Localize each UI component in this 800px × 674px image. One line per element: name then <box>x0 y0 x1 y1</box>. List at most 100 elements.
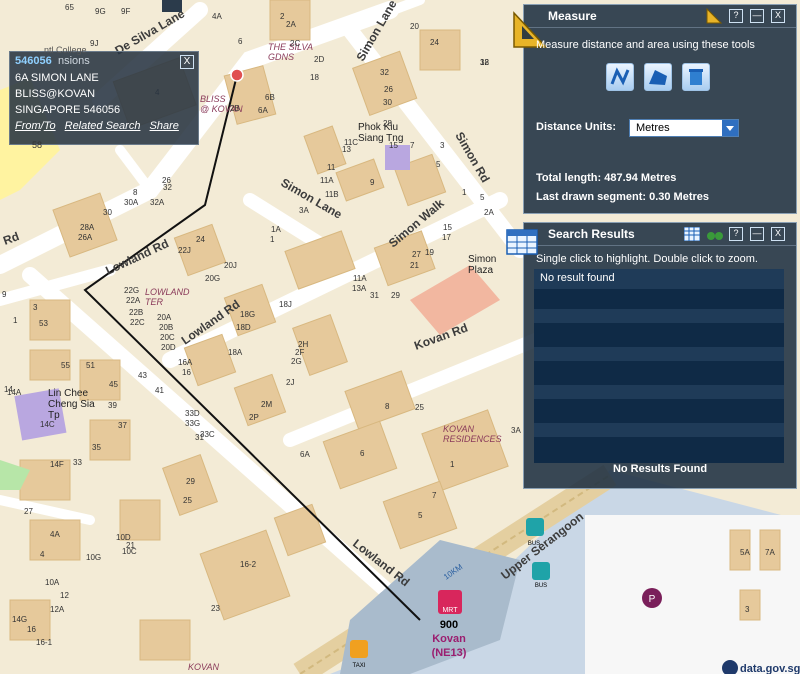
address-popup: 546056 nsions X 6A SIMON LANE BLISS@KOVA… <box>9 51 199 145</box>
building-number: 33D <box>185 409 200 418</box>
last-segment-text: Last drawn segment: 0.30 Metres <box>536 191 710 203</box>
building-number: 24 <box>196 235 205 244</box>
measure-help-button[interactable]: ? <box>729 9 743 23</box>
measure-line-button[interactable] <box>606 63 634 91</box>
building-number: 24 <box>430 38 439 47</box>
bus-stop-icon[interactable] <box>532 562 550 580</box>
taxi-icon[interactable] <box>350 640 368 658</box>
building-number: 26 <box>384 85 393 94</box>
result-row[interactable] <box>534 385 784 399</box>
building-number: 18A <box>228 348 243 357</box>
chevron-down-icon[interactable] <box>722 120 738 136</box>
binoculars-icon[interactable] <box>706 226 724 242</box>
building-number: 22A <box>126 296 141 305</box>
building-number: 2A <box>286 20 296 29</box>
building-number: 31 <box>370 291 379 300</box>
postal-code[interactable]: 546056 <box>15 55 52 67</box>
building-number: 45 <box>109 380 118 389</box>
results-list[interactable]: No result found <box>534 269 784 463</box>
station-name: Kovan <box>432 633 466 645</box>
building-number: 5 <box>418 511 423 520</box>
building-number: 1A <box>271 225 281 234</box>
building-number: 17 <box>442 233 451 242</box>
distance-units-select[interactable]: Metres <box>629 119 739 137</box>
measure-minimize-button[interactable]: — <box>750 9 764 23</box>
result-row[interactable] <box>534 347 784 361</box>
building-number: 21 <box>410 261 419 270</box>
measure-area-button[interactable] <box>644 63 672 91</box>
building-number: 20D <box>161 343 176 352</box>
popup-links: From/To Related Search Share <box>15 120 185 132</box>
search-title: Search Results <box>548 227 635 241</box>
building-number: 6B <box>265 93 275 102</box>
building-number: 22B <box>129 308 143 317</box>
to-link[interactable]: To <box>44 120 56 132</box>
building-number: 53 <box>39 319 48 328</box>
building-number: 20J <box>224 261 237 270</box>
building-number: 15 <box>389 141 398 150</box>
building-number: 43 <box>138 371 147 380</box>
building-number: 65 <box>65 3 74 12</box>
total-length-text: Total length: 487.94 Metres <box>536 172 677 184</box>
building-number: 27 <box>412 250 421 259</box>
building-number: 18D <box>236 323 251 332</box>
table-icon[interactable] <box>684 227 700 241</box>
building-number: 11A <box>353 274 367 283</box>
building-number: 3A <box>299 206 309 215</box>
building-number: 11A <box>320 176 334 185</box>
building-number: 31 <box>195 433 204 442</box>
result-row[interactable] <box>534 309 784 323</box>
building-number: 1 <box>13 316 18 325</box>
building-number: 33 <box>73 458 82 467</box>
building-number: 5 <box>480 193 485 202</box>
measure-close-button[interactable]: X <box>771 9 785 23</box>
result-row[interactable] <box>534 423 784 437</box>
popup-close-button[interactable]: X <box>180 55 194 69</box>
building-number: 11B <box>325 190 339 199</box>
building-number: 12A <box>50 605 65 614</box>
building-number: 20A <box>157 313 172 322</box>
building-number: 4 <box>40 550 45 559</box>
building-number: 29 <box>186 477 195 486</box>
building-number: 5 <box>436 160 441 169</box>
measure-clear-button[interactable] <box>682 63 710 91</box>
building-number: 2P <box>249 413 259 422</box>
building-number: 6 <box>238 37 243 46</box>
building-number: 30 <box>383 98 392 107</box>
building-number: 20C <box>160 333 175 342</box>
search-help-button[interactable]: ? <box>729 227 743 241</box>
location-marker[interactable] <box>230 68 244 82</box>
measure-panel: Measure ? — X Measure distance and area … <box>513 4 797 214</box>
search-close-button[interactable]: X <box>771 227 785 241</box>
building-number: 8 <box>133 188 138 197</box>
building-number: 5A <box>740 548 750 557</box>
building-number: 16-2 <box>240 560 257 569</box>
measure-title: Measure <box>548 9 597 23</box>
share-link[interactable]: Share <box>150 120 179 132</box>
bus-stop-icon[interactable] <box>526 518 544 536</box>
station-code: 900 <box>440 619 458 631</box>
search-panel-header[interactable]: Search Results ? — X <box>524 223 796 246</box>
building-number: 10A <box>45 578 60 587</box>
search-minimize-button[interactable]: — <box>750 227 764 241</box>
building-number: 18 <box>310 73 319 82</box>
building-number: 11 <box>327 163 336 172</box>
building-number: 2J <box>286 378 294 387</box>
building-number: 12 <box>480 58 489 67</box>
result-row[interactable]: No result found <box>534 269 784 289</box>
building-number: 6A <box>300 450 310 459</box>
building-number: 13A <box>352 284 367 293</box>
related-search-link[interactable]: Related Search <box>65 120 141 132</box>
building-number: 22C <box>130 318 145 327</box>
data-gov-logo: data.gov.sg <box>722 660 800 674</box>
building-number: 14G <box>12 615 27 624</box>
building-number: 51 <box>86 361 95 370</box>
from-link[interactable]: From <box>15 120 41 132</box>
building-number: 18J <box>279 300 292 309</box>
building-number: 6 <box>360 449 365 458</box>
popup-address-line2: BLISS@KOVAN <box>15 88 96 100</box>
measure-panel-header[interactable]: Measure ? — X <box>524 5 796 28</box>
building-number: 1 <box>270 235 275 244</box>
building-number: 9G <box>95 7 106 16</box>
building-number: 9J <box>90 39 98 48</box>
